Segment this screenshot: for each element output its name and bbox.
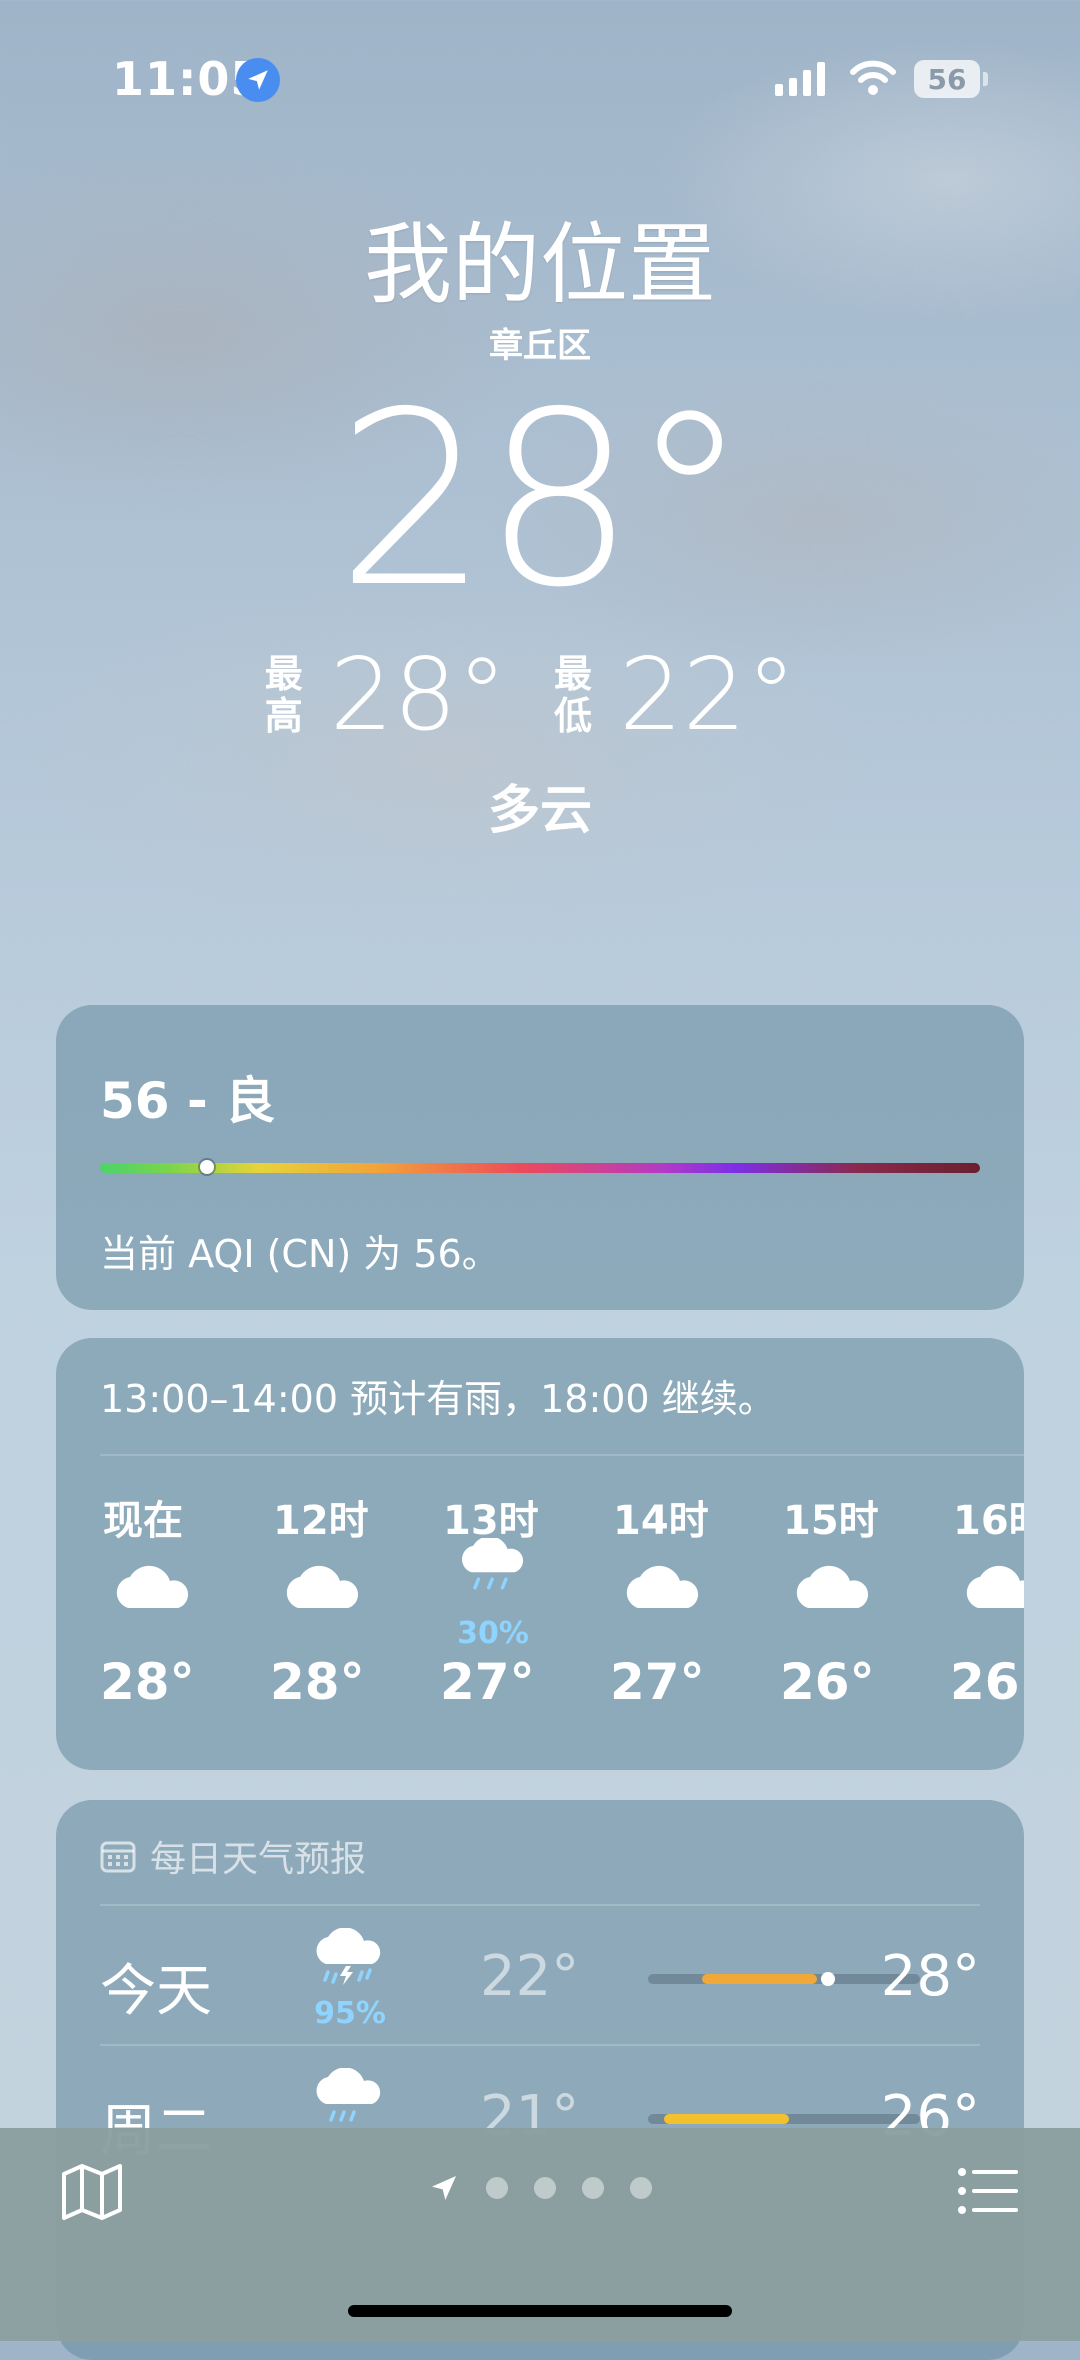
hour-item: 13时 30% 27° bbox=[440, 1488, 610, 1748]
page-indicator[interactable] bbox=[428, 2172, 652, 2204]
aqi-card[interactable]: 56 - 良 当前 AQI (CN) 为 56。 bbox=[56, 1005, 1024, 1310]
cloud-icon bbox=[626, 1565, 699, 1608]
home-indicator[interactable] bbox=[348, 2305, 732, 2317]
day-row[interactable]: 今天 95% 22° 28° bbox=[100, 1908, 980, 2044]
aqi-scale-bar bbox=[100, 1163, 980, 1173]
hourly-divider bbox=[100, 1454, 1024, 1456]
day-low-temp: 22° bbox=[480, 1944, 580, 2009]
precip-chance: 30% bbox=[457, 1616, 529, 1651]
daily-forecast-header: 每日天气预报 bbox=[100, 1830, 366, 1882]
location-header: 我的位置 章丘区 bbox=[0, 210, 1080, 367]
current-temperature: 28° bbox=[336, 360, 749, 640]
hour-temp: 27° bbox=[440, 1653, 535, 1711]
aqi-indicator-dot bbox=[200, 1160, 214, 1174]
hour-label: 15时 bbox=[783, 1498, 879, 1544]
hour-item: 现在 28° bbox=[100, 1488, 270, 1748]
hour-temp: 26° bbox=[950, 1653, 1024, 1711]
hourly-list[interactable]: 现在 28° 12时 28° 13时 30% 27° 14时 27° 15时 2 bbox=[100, 1488, 1024, 1748]
high-label: 最高 bbox=[264, 652, 303, 738]
page-dot[interactable] bbox=[486, 2177, 508, 2199]
hour-label: 现在 bbox=[103, 1498, 183, 1544]
aqi-title: 56 - 良 bbox=[100, 1072, 276, 1130]
hour-label: 14时 bbox=[613, 1498, 709, 1544]
list-icon[interactable] bbox=[956, 2164, 1020, 2218]
wifi-icon bbox=[850, 60, 896, 100]
low-temp: 22° bbox=[619, 636, 797, 753]
hour-item: 16时 26° bbox=[950, 1488, 1024, 1748]
hour-temp: 28° bbox=[100, 1653, 195, 1711]
calendar-icon bbox=[100, 1841, 136, 1873]
hour-temp: 27° bbox=[610, 1653, 705, 1711]
precip-chance: 95% bbox=[314, 1996, 386, 2031]
daily-forecast-title: 每日天气预报 bbox=[150, 1839, 367, 1880]
cellular-signal-icon bbox=[775, 62, 825, 96]
daily-divider bbox=[100, 1904, 980, 1906]
battery-indicator: 56 bbox=[914, 60, 980, 98]
page-dot[interactable] bbox=[534, 2177, 556, 2199]
cloud-icon bbox=[116, 1565, 189, 1608]
day-name: 今天 bbox=[100, 1959, 212, 2024]
hour-item: 12时 28° bbox=[270, 1488, 440, 1748]
hour-item: 15时 26° bbox=[780, 1488, 950, 1748]
hour-label: 12时 bbox=[273, 1498, 369, 1544]
temp-range-bar bbox=[648, 1972, 920, 1986]
hour-temp: 28° bbox=[270, 1653, 365, 1711]
cloud-rain-icon bbox=[462, 1538, 524, 1590]
temp-range-fill bbox=[664, 2114, 790, 2124]
daily-divider bbox=[100, 2044, 980, 2046]
high-temp: 28° bbox=[329, 636, 507, 753]
current-location-page-icon[interactable] bbox=[428, 2172, 460, 2204]
cloud-bolt-rain-icon bbox=[316, 1928, 381, 1985]
hourly-forecast-card[interactable]: 13:00–14:00 预计有雨，18:00 继续。 现在 28° 12时 28… bbox=[56, 1338, 1024, 1770]
condition-label: 多云 bbox=[487, 781, 592, 841]
cloud-icon bbox=[286, 1565, 359, 1608]
hour-label: 16时 bbox=[953, 1498, 1024, 1544]
location-arrow-icon bbox=[236, 58, 280, 102]
battery-cap bbox=[983, 72, 988, 86]
day-high-temp: 28° bbox=[880, 1944, 980, 2009]
map-icon[interactable] bbox=[60, 2160, 124, 2224]
hour-temp: 26° bbox=[780, 1653, 875, 1711]
current-temp-dot bbox=[820, 1972, 835, 1986]
cloud-icon bbox=[966, 1565, 1024, 1608]
page-dot[interactable] bbox=[630, 2177, 652, 2199]
temp-range-fill bbox=[702, 1974, 817, 1984]
cloud-icon bbox=[796, 1565, 869, 1608]
page-dot[interactable] bbox=[582, 2177, 604, 2199]
low-label: 最低 bbox=[553, 652, 592, 738]
temp-range-bar bbox=[648, 2114, 920, 2124]
aqi-description: 当前 AQI (CN) 为 56。 bbox=[100, 1232, 500, 1276]
hour-item: 14时 27° bbox=[610, 1488, 780, 1748]
status-bar: 11:05 56 bbox=[0, 0, 1080, 140]
hourly-summary: 13:00–14:00 预计有雨，18:00 继续。 bbox=[100, 1377, 776, 1421]
high-low-temps: 最高 28° 最低 22° bbox=[0, 640, 1080, 750]
location-title: 我的位置 bbox=[363, 213, 716, 316]
